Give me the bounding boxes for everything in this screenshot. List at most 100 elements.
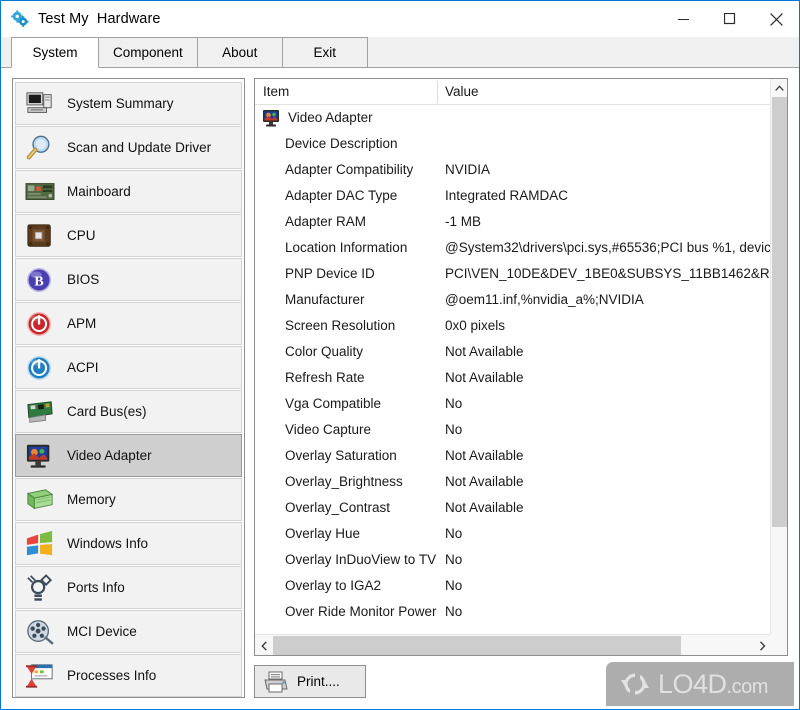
refresh-arrows-icon [618, 669, 652, 699]
table-row[interactable]: Manufacturer @oem11.inf,%nvidia_a%;NVIDIA [255, 288, 771, 314]
power-red-icon [23, 308, 57, 340]
table-row[interactable]: Device Description [255, 132, 771, 158]
row-item-value: -1 MB [445, 214, 482, 229]
motherboard-icon [23, 176, 57, 208]
sidebar-item-label: Card Bus(es) [67, 404, 147, 419]
table-row[interactable]: Vga Compatible No [255, 392, 771, 418]
row-item-value: No [445, 396, 463, 411]
column-header-value[interactable]: Value [445, 84, 479, 99]
printer-icon [263, 670, 289, 694]
scroll-left-icon[interactable] [255, 635, 273, 655]
column-divider[interactable] [437, 81, 438, 103]
table-row[interactable]: Adapter DAC Type Integrated RAMDAC [255, 184, 771, 210]
film-reel-icon [23, 616, 57, 648]
sidebar-item-label: Scan and Update Driver [67, 140, 212, 155]
cpu-chip-icon [23, 220, 57, 252]
main-content: System Summary Scan and Update Driver Main… [1, 68, 799, 709]
tab-component[interactable]: Component [98, 37, 198, 67]
sidebar-item-mci-device[interactable]: MCI Device [15, 610, 242, 653]
close-button[interactable] [753, 1, 799, 37]
horizontal-scroll-thumb[interactable] [273, 636, 681, 655]
row-item-value: Not Available [445, 500, 524, 515]
tab-about[interactable]: About [196, 37, 283, 67]
table-row[interactable]: PNP Device ID PCI\VEN_10DE&DEV_1BE0&SUBSY… [255, 262, 771, 288]
window-controls [661, 1, 799, 37]
monitor-icon [262, 109, 281, 127]
row-item-label: Overlay_Brightness [285, 474, 403, 489]
table-row[interactable]: Overlay Hue No [255, 522, 771, 548]
vertical-scroll-thumb[interactable] [772, 97, 787, 527]
table-row[interactable]: Refresh Rate Not Available [255, 366, 771, 392]
scroll-right-icon[interactable] [753, 635, 771, 655]
details-root-row[interactable]: Video Adapter [255, 106, 771, 132]
tab-system[interactable]: System [11, 37, 99, 68]
sidebar-item-processes-info[interactable]: Processes Info [15, 654, 242, 697]
sidebar-item-acpi[interactable]: ACPI [15, 346, 242, 389]
row-item-value: No [445, 422, 463, 437]
sidebar-item-label: Processes Info [67, 668, 157, 683]
row-item-value: 0x0 pixels [445, 318, 506, 333]
sidebar-item-scan-and-update-driver[interactable]: Scan and Update Driver [15, 126, 242, 169]
sidebar-item-label: Memory [67, 492, 116, 507]
watermark-text: LO4D.com [658, 669, 768, 700]
row-item-label: Overlay to IGA2 [285, 578, 382, 593]
table-row[interactable]: Overlay_Contrast Not Available [255, 496, 771, 522]
table-row[interactable]: Overlay_Brightness Not Available [255, 470, 771, 496]
row-item-value: NVIDIA [445, 162, 491, 177]
watermark-brand: LO4D [658, 668, 727, 699]
monitor-icon [23, 440, 57, 472]
row-item-value: No [445, 552, 463, 567]
row-item-value: @System32\drivers\pci.sys,#65536;PCI bus… [445, 240, 771, 255]
sidebar-item-cpu[interactable]: CPU [15, 214, 242, 257]
tab-exit[interactable]: Exit [281, 37, 368, 67]
table-row[interactable]: Overlay InDuoView to TV No [255, 548, 771, 574]
sidebar-item-memory[interactable]: Memory [15, 478, 242, 521]
table-row[interactable]: Adapter RAM -1 MB [255, 210, 771, 236]
sidebar-item-label: System Summary [67, 96, 174, 111]
sidebar-item-label: BIOS [67, 272, 100, 287]
sidebar-item-ports-info[interactable]: Ports Info [15, 566, 242, 609]
sidebar-item-bios[interactable]: B BIOS [15, 258, 242, 301]
row-item-label: Overlay_Contrast [285, 500, 391, 515]
row-item-value: Not Available [445, 370, 524, 385]
sidebar-item-mainboard[interactable]: Mainboard [15, 170, 242, 213]
minimize-button[interactable] [661, 1, 707, 37]
sidebar-item-label: Windows Info [67, 536, 149, 551]
row-item-value: No [445, 578, 463, 593]
scrollbar-corner [770, 634, 787, 655]
tab-system-label: System [32, 45, 78, 60]
sidebar-item-system-summary[interactable]: System Summary [15, 82, 242, 125]
table-row[interactable]: Location Information @System32\drivers\pc… [255, 236, 771, 262]
row-item-label: PNP Device ID [285, 266, 375, 281]
table-row[interactable]: Color Quality Not Available [255, 340, 771, 366]
sidebar-item-apm[interactable]: APM [15, 302, 242, 345]
table-row[interactable]: Over Ride Monitor Power No [255, 600, 771, 626]
row-item-label: Screen Resolution [285, 318, 396, 333]
print-button-label: Print.... [297, 674, 340, 689]
tab-exit-label: Exit [313, 45, 337, 60]
row-item-label: Adapter DAC Type [285, 188, 398, 203]
table-row[interactable]: Video Capture No [255, 418, 771, 444]
table-row[interactable]: Overlay to IGA2 No [255, 574, 771, 600]
maximize-button[interactable] [707, 1, 753, 37]
sidebar-item-windows-info[interactable]: Windows Info [15, 522, 242, 565]
column-header-item[interactable]: Item [263, 84, 289, 99]
table-row[interactable]: Adapter Compatibility NVIDIA [255, 158, 771, 184]
row-item-value: No [445, 604, 463, 619]
details-vertical-scrollbar[interactable] [770, 79, 787, 655]
window-title: Test My Hardware [38, 11, 161, 27]
app-window: Test My Hardware System Component About … [0, 0, 800, 710]
details-horizontal-scrollbar[interactable] [255, 634, 771, 655]
row-item-value: No [445, 526, 463, 541]
sidebar-item-video-adapter[interactable]: Video Adapter [15, 434, 242, 477]
scroll-up-icon[interactable] [771, 79, 787, 97]
tab-component-label: Component [113, 45, 183, 60]
processes-icon [23, 660, 57, 692]
sidebar-item-card-bus-es[interactable]: Card Bus(es) [15, 390, 242, 433]
table-row[interactable]: Overlay Saturation Not Available [255, 444, 771, 470]
row-item-label: Location Information [285, 240, 408, 255]
row-item-value: PCI\VEN_10DE&DEV_1BE0&SUBSYS_11BB1462&RE… [445, 266, 771, 281]
print-button[interactable]: Print.... [254, 665, 366, 698]
table-row[interactable]: Screen Resolution 0x0 pixels [255, 314, 771, 340]
power-blue-icon [23, 352, 57, 384]
